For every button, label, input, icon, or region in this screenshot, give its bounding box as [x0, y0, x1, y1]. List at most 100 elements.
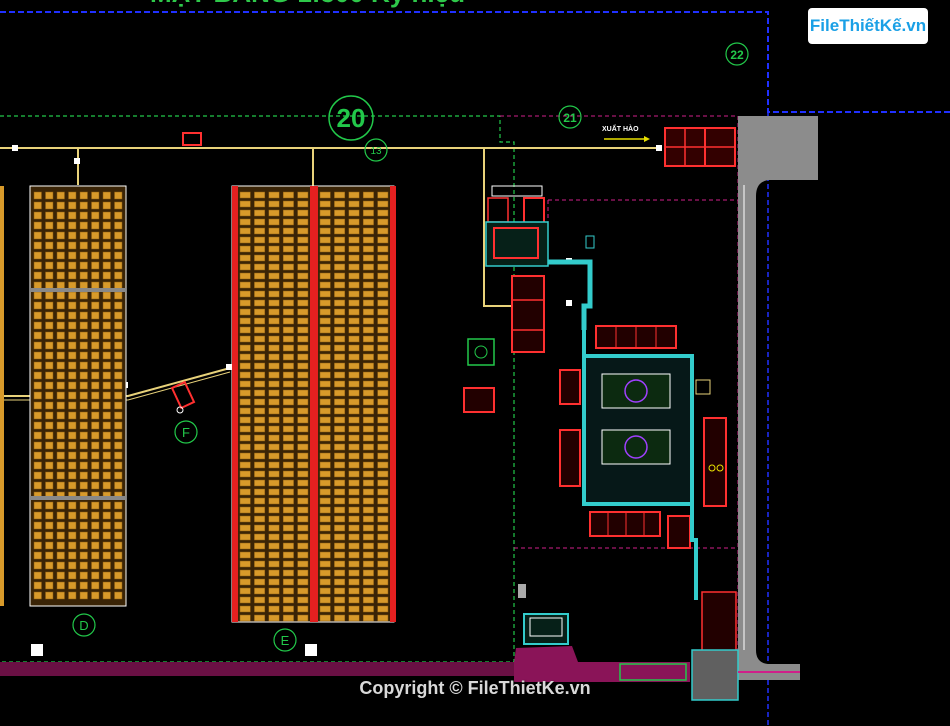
rack-cell	[362, 191, 374, 199]
rack-cell	[334, 335, 346, 343]
rack-cell	[319, 497, 331, 505]
rack-cell	[319, 209, 331, 217]
rack-cell	[114, 341, 123, 350]
rack-cell	[45, 451, 54, 460]
rack-cell	[102, 551, 111, 560]
rack-cell	[56, 411, 65, 420]
rack-cell	[282, 569, 294, 577]
rack-cell	[33, 301, 42, 310]
rack-cell	[282, 407, 294, 415]
rack-cell	[68, 261, 77, 270]
rack-cell	[334, 407, 346, 415]
rack-cell	[114, 411, 123, 420]
rack-cell	[91, 421, 100, 430]
rack-cell	[319, 614, 331, 622]
rack-cell	[79, 341, 88, 350]
rack-cell	[297, 335, 309, 343]
rack-cell	[102, 581, 111, 590]
rack-cell	[362, 353, 374, 361]
rack-cell	[254, 524, 266, 532]
rack-cell	[102, 371, 111, 380]
rack-cell	[45, 311, 54, 320]
rack-cell	[348, 236, 360, 244]
rack-cell	[45, 541, 54, 550]
rack-cell	[56, 261, 65, 270]
rack-cell	[33, 391, 42, 400]
rack-cell	[68, 201, 77, 210]
rack-cell	[33, 511, 42, 520]
rack-cell	[268, 236, 280, 244]
rack-cell	[254, 254, 266, 262]
rack-cell	[362, 281, 374, 289]
rack-cell	[268, 227, 280, 235]
rack-cell	[377, 587, 389, 595]
rack-cell	[348, 470, 360, 478]
rack-cell	[79, 281, 88, 290]
rack-cell	[45, 531, 54, 540]
rack-cell	[91, 471, 100, 480]
rack-cell	[297, 452, 309, 460]
rack-cell	[102, 291, 111, 300]
rack-cell	[68, 231, 77, 240]
rack-cell	[114, 431, 123, 440]
rack-cell	[45, 441, 54, 450]
rack-cell	[297, 272, 309, 280]
rack-cell	[377, 308, 389, 316]
rack-cell	[56, 581, 65, 590]
rack-cell	[239, 272, 251, 280]
site-logo[interactable]: FileThiếtKế.vn	[808, 8, 928, 44]
rack-cell	[282, 362, 294, 370]
rack-cell	[102, 191, 111, 200]
tank-small-green	[467, 338, 495, 366]
rack-cell	[297, 470, 309, 478]
rack-cell	[334, 479, 346, 487]
rack-cell	[377, 578, 389, 586]
rack-cell	[33, 541, 42, 550]
lab-building-right	[703, 417, 727, 507]
rack-cell	[362, 614, 374, 622]
rack-cell	[114, 361, 123, 370]
rack-cell	[254, 506, 266, 514]
rack-cell	[254, 227, 266, 235]
rack-cell	[45, 191, 54, 200]
rack-cell	[254, 416, 266, 424]
rack-cell	[114, 231, 123, 240]
rack-cell	[334, 461, 346, 469]
rack-cell	[319, 326, 331, 334]
rack-cell	[319, 533, 331, 541]
rack-cell	[334, 362, 346, 370]
rack-cell	[377, 290, 389, 298]
rack-cell	[348, 200, 360, 208]
rack-cell	[282, 614, 294, 622]
rack-cell	[102, 351, 111, 360]
rack-block-d	[29, 185, 127, 607]
rack-cell	[282, 452, 294, 460]
rack-cell	[362, 299, 374, 307]
rack-cell	[348, 362, 360, 370]
rack-cell	[56, 541, 65, 550]
rack-cell	[102, 451, 111, 460]
rack-cell	[114, 501, 123, 510]
rack-cell	[102, 341, 111, 350]
rack-cell	[362, 227, 374, 235]
rack-cell	[91, 411, 100, 420]
rack-cell	[79, 331, 88, 340]
rack-cell	[377, 524, 389, 532]
rack-cell	[239, 335, 251, 343]
rack-cell	[239, 488, 251, 496]
rack-cell	[362, 272, 374, 280]
rack-cell	[56, 221, 65, 230]
rack-cell	[102, 311, 111, 320]
zone-marker-13: 13	[364, 138, 388, 162]
rack-cell	[377, 335, 389, 343]
rack-cell	[377, 200, 389, 208]
rack-cell	[319, 362, 331, 370]
rack-cell	[319, 317, 331, 325]
rack-cell	[56, 401, 65, 410]
rack-cell	[362, 254, 374, 262]
rack-cell	[282, 254, 294, 262]
rack-cell	[348, 578, 360, 586]
rack-cell	[91, 311, 100, 320]
rack-cell	[33, 421, 42, 430]
rack-cell	[282, 308, 294, 316]
